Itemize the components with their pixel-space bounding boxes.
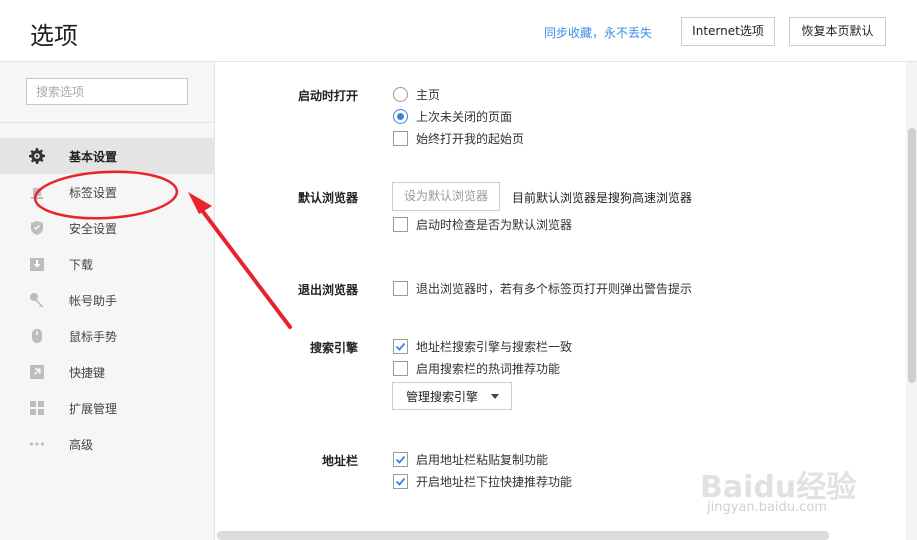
option-label: 地址栏搜索引擎与搜索栏一致 bbox=[416, 340, 573, 354]
exit-warning-checkbox[interactable]: 退出浏览器时，若有多个标签页打开则弹出警告提示 bbox=[393, 280, 692, 297]
gear-icon bbox=[29, 148, 45, 164]
key-icon bbox=[30, 293, 44, 307]
sidebar-item-label: 鼠标手势 bbox=[69, 329, 118, 344]
startup-label: 启动时打开 bbox=[297, 89, 358, 103]
chevron-down-icon bbox=[491, 394, 499, 399]
option-label: 主页 bbox=[416, 88, 441, 102]
check-default-browser-checkbox[interactable]: 启动时检查是否为默认浏览器 bbox=[393, 216, 572, 233]
header-bar: 选项 同步收藏，永不丢失 Internet选项 恢复本页默认 bbox=[0, 0, 917, 62]
vertical-scrollbar[interactable] bbox=[908, 128, 916, 383]
sidebar-item-mouse-gestures[interactable]: 鼠标手势 bbox=[0, 318, 214, 354]
restore-defaults-button[interactable]: 恢复本页默认 bbox=[789, 17, 886, 46]
download-icon bbox=[30, 258, 44, 271]
more-icon bbox=[29, 442, 45, 446]
watermark-url: jingyan.baidu.com bbox=[707, 500, 827, 515]
sidebar-item-label: 下载 bbox=[69, 257, 94, 272]
sidebar-nav: 基本设置 标签设置 安全设置 下载 帐号助手 鼠标手势 快捷键 扩展管理 高级 bbox=[0, 138, 214, 462]
sidebar-item-label: 帐号助手 bbox=[69, 293, 118, 308]
startup-homepage-radio[interactable]: 主页 bbox=[393, 86, 440, 103]
address-dropdown-suggest-checkbox[interactable]: 开启地址栏下拉快捷推荐功能 bbox=[393, 473, 572, 490]
sidebar-item-download[interactable]: 下载 bbox=[0, 246, 214, 282]
manage-search-engines-dropdown[interactable]: 管理搜索引擎 bbox=[392, 382, 512, 410]
checkbox[interactable] bbox=[393, 131, 408, 146]
default-browser-status: 目前默认浏览器是搜狗高速浏览器 bbox=[512, 191, 693, 205]
sidebar-item-tabs[interactable]: 标签设置 bbox=[0, 174, 214, 210]
checkbox-checked[interactable] bbox=[393, 339, 408, 354]
radio-button-selected[interactable] bbox=[393, 109, 408, 124]
sidebar: 基本设置 标签设置 安全设置 下载 帐号助手 鼠标手势 快捷键 扩展管理 bbox=[0, 62, 215, 540]
set-default-browser-button[interactable]: 设为默认浏览器 bbox=[392, 182, 500, 211]
dropdown-label: 管理搜索引擎 bbox=[406, 389, 479, 404]
checkbox[interactable] bbox=[393, 361, 408, 376]
checkbox-checked[interactable] bbox=[393, 474, 408, 489]
extensions-icon bbox=[30, 401, 44, 415]
option-label: 退出浏览器时，若有多个标签页打开则弹出警告提示 bbox=[416, 282, 693, 296]
sidebar-item-label: 基本设置 bbox=[69, 149, 118, 164]
search-engine-label: 搜索引擎 bbox=[309, 341, 358, 355]
search-hot-words-checkbox[interactable]: 启用搜索栏的热词推荐功能 bbox=[393, 360, 560, 377]
startup-start-page-checkbox[interactable]: 始终打开我的起始页 bbox=[393, 130, 524, 147]
sidebar-item-basic[interactable]: 基本设置 bbox=[0, 138, 214, 174]
address-bar-label: 地址栏 bbox=[321, 454, 358, 468]
checkbox[interactable] bbox=[393, 281, 408, 296]
option-label: 启用搜索栏的热词推荐功能 bbox=[416, 362, 561, 376]
option-label: 始终打开我的起始页 bbox=[416, 132, 525, 146]
search-input[interactable] bbox=[26, 78, 188, 105]
sidebar-item-advanced[interactable]: 高级 bbox=[0, 426, 214, 462]
option-label: 上次未关闭的页面 bbox=[416, 110, 513, 124]
sync-link[interactable]: 同步收藏，永不丢失 bbox=[544, 24, 652, 41]
sidebar-item-shortcuts[interactable]: 快捷键 bbox=[0, 354, 214, 390]
default-browser-label: 默认浏览器 bbox=[297, 191, 358, 205]
sidebar-item-label: 安全设置 bbox=[69, 221, 118, 236]
option-label: 启动时检查是否为默认浏览器 bbox=[416, 218, 573, 232]
sidebar-item-label: 高级 bbox=[69, 437, 94, 452]
sidebar-item-extensions[interactable]: 扩展管理 bbox=[0, 390, 214, 426]
option-label: 开启地址栏下拉快捷推荐功能 bbox=[416, 475, 573, 489]
sidebar-item-label: 扩展管理 bbox=[69, 401, 118, 416]
startup-last-session-radio[interactable]: 上次未关闭的页面 bbox=[393, 108, 512, 125]
mouse-icon bbox=[32, 329, 42, 343]
option-label: 启用地址栏粘贴复制功能 bbox=[416, 453, 549, 467]
page-title: 选项 bbox=[30, 22, 78, 50]
exit-browser-label: 退出浏览器 bbox=[297, 283, 358, 297]
internet-options-button[interactable]: Internet选项 bbox=[681, 17, 775, 46]
sidebar-item-security[interactable]: 安全设置 bbox=[0, 210, 214, 246]
checkbox[interactable] bbox=[393, 217, 408, 232]
sidebar-divider bbox=[0, 122, 214, 123]
address-paste-checkbox[interactable]: 启用地址栏粘贴复制功能 bbox=[393, 451, 548, 468]
search-engine-sync-checkbox[interactable]: 地址栏搜索引擎与搜索栏一致 bbox=[393, 338, 572, 355]
horizontal-scrollbar[interactable] bbox=[217, 531, 829, 540]
shortcut-icon bbox=[30, 365, 44, 379]
sidebar-item-label: 快捷键 bbox=[69, 365, 106, 380]
shield-icon bbox=[31, 221, 43, 235]
radio-button[interactable] bbox=[393, 87, 408, 102]
sidebar-item-account[interactable]: 帐号助手 bbox=[0, 282, 214, 318]
tab-icon bbox=[31, 188, 43, 199]
checkbox-checked[interactable] bbox=[393, 452, 408, 467]
sidebar-item-label: 标签设置 bbox=[69, 185, 118, 200]
